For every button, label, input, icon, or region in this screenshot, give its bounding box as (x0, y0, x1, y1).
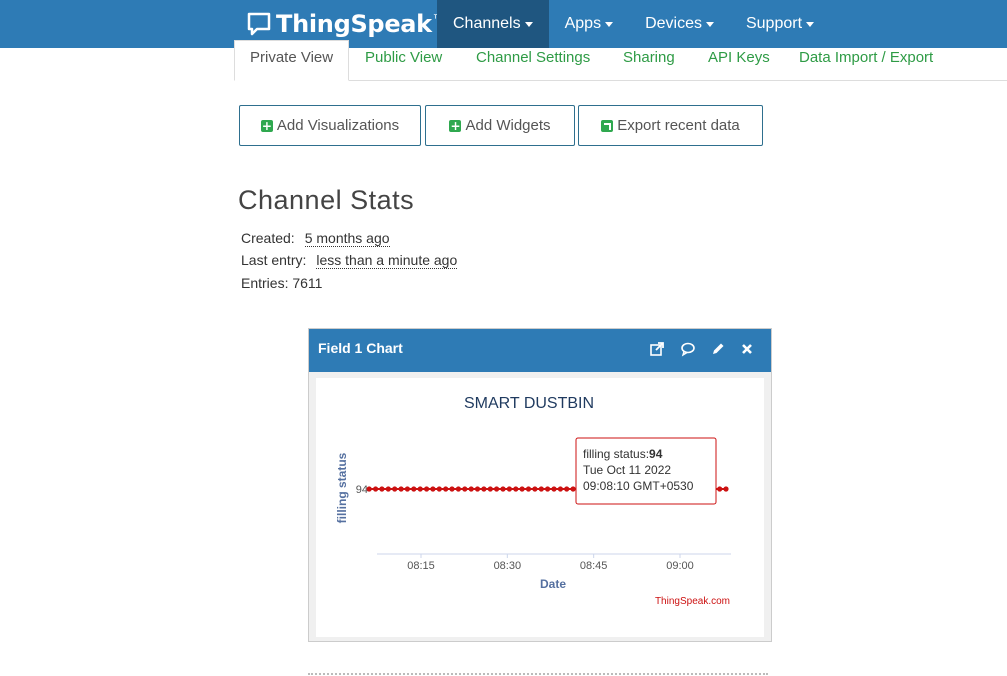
data-point[interactable] (545, 486, 551, 492)
tooltip-value: 94 (649, 447, 663, 461)
channel-stats-heading: Channel Stats (238, 185, 415, 215)
data-point[interactable] (404, 486, 410, 492)
chart-panel-title: Field 1 Chart (318, 340, 403, 356)
section-divider (308, 673, 768, 675)
data-point[interactable] (525, 486, 532, 492)
plus-square-icon: + (260, 118, 273, 133)
brand-logo-link[interactable]: ThingSpeak™ (246, 7, 444, 41)
add-widgets-button[interactable]: + Add Widgets (425, 105, 575, 146)
x-tick-label: 08:15 (407, 560, 435, 572)
export-recent-data-button[interactable]: Export recent data (578, 105, 763, 146)
add-widgets-label: Add Widgets (465, 117, 551, 134)
data-point[interactable] (449, 486, 455, 492)
field-1-chart[interactable]: SMART DUSTBIN filling status Date 08:15 0… (316, 378, 764, 637)
data-point[interactable] (468, 486, 474, 492)
created-stat: Created: 5 months ago (241, 230, 390, 247)
x-tick-label: 08:30 (494, 560, 522, 572)
data-point[interactable] (557, 486, 563, 492)
pencil-icon[interactable] (710, 341, 726, 357)
data-point[interactable] (373, 486, 379, 492)
created-label: Created: (241, 230, 295, 246)
entries-stat: Entries: 7611 (241, 275, 322, 291)
data-point[interactable] (506, 486, 512, 492)
add-visualizations-label: Add Visualizations (276, 117, 400, 134)
data-point[interactable] (430, 486, 436, 492)
data-point[interactable] (532, 486, 538, 492)
data-point[interactable] (564, 486, 570, 492)
nav-apps-label: Apps (564, 15, 602, 32)
speech-bubble-logo-icon (247, 12, 271, 36)
data-point[interactable] (424, 486, 430, 492)
entries-label: Entries: (241, 275, 289, 291)
data-point[interactable] (411, 486, 417, 492)
caret-down-icon (806, 21, 815, 27)
data-point[interactable] (538, 486, 544, 492)
caret-down-icon (605, 21, 614, 27)
y-tick-label: 94 (356, 484, 368, 496)
data-point[interactable] (494, 486, 500, 492)
tab-channel-settings[interactable]: Channel Settings (476, 48, 590, 79)
last-entry-value: less than a minute ago (316, 252, 458, 269)
data-point[interactable] (481, 486, 487, 492)
channel-tabs: Private View Public View Channel Setting… (234, 40, 1007, 81)
chart-y-axis-label: filling status (335, 452, 349, 523)
data-point[interactable] (474, 486, 481, 492)
data-point[interactable] (443, 486, 449, 492)
field-1-chart-panel: Field 1 Chart SMART DUSTBIN filling stat… (308, 328, 772, 642)
tab-sharing[interactable]: Sharing (623, 48, 675, 79)
tooltip-time: 09:08:10 GMT+0530 (583, 479, 694, 493)
plus-square-icon: + (449, 118, 462, 133)
export-recent-data-label: Export recent data (617, 117, 740, 134)
data-point[interactable] (392, 486, 398, 492)
tooltip-label: filling status: (583, 447, 649, 461)
comment-icon[interactable] (680, 341, 696, 357)
tab-public-view[interactable]: Public View (365, 48, 442, 79)
chart-title: SMART DUSTBIN (464, 395, 594, 412)
nav-devices-label: Devices (645, 15, 702, 32)
x-tick-label: 09:00 (666, 560, 694, 572)
tooltip-date: Tue Oct 11 2022 (583, 463, 671, 477)
add-visualizations-button[interactable]: + Add Visualizations (239, 105, 421, 146)
close-icon[interactable] (739, 341, 755, 357)
x-tick-label: 08:45 (580, 560, 608, 572)
tab-private-view[interactable]: Private View (234, 40, 350, 81)
chart-tooltip: filling status:94 Tue Oct 11 2022 09:08:… (575, 437, 717, 505)
chart-credit-link[interactable]: ThingSpeak.com (655, 596, 730, 607)
last-entry-label: Last entry: (241, 252, 307, 268)
entries-value: 7611 (292, 275, 323, 291)
data-point[interactable] (398, 486, 404, 492)
tooltip-series-line: filling status:94 (583, 447, 663, 461)
nav-channels-label: Channels (453, 15, 521, 32)
brand-name: ThingSpeak (276, 10, 432, 38)
created-value: 5 months ago (304, 230, 390, 247)
data-point[interactable] (379, 486, 385, 492)
data-point[interactable] (366, 486, 372, 492)
data-point[interactable] (436, 486, 442, 492)
data-point[interactable] (500, 486, 506, 492)
tab-data-import-export[interactable]: Data Import / Export (799, 48, 933, 79)
data-point[interactable] (717, 486, 723, 492)
chart-panel-header: Field 1 Chart (309, 329, 771, 372)
data-point[interactable] (513, 486, 519, 492)
chart-area: SMART DUSTBIN filling status Date 08:15 0… (316, 378, 764, 637)
external-link-icon[interactable] (649, 341, 665, 357)
tab-api-keys[interactable]: API Keys (708, 48, 770, 79)
caret-down-icon (705, 21, 714, 27)
data-point[interactable] (455, 486, 461, 492)
data-point[interactable] (519, 486, 525, 492)
export-square-icon (601, 119, 614, 132)
data-point[interactable] (570, 486, 576, 492)
data-point[interactable] (462, 486, 468, 492)
last-entry-stat: Last entry: less than a minute ago (241, 252, 458, 269)
data-point[interactable] (487, 486, 493, 492)
data-point[interactable] (551, 486, 557, 492)
data-point[interactable] (723, 486, 729, 492)
caret-down-icon (524, 21, 533, 27)
data-point[interactable] (385, 486, 391, 492)
chart-x-axis-label: Date (540, 577, 566, 591)
data-point[interactable] (417, 486, 423, 492)
nav-support-label: Support (745, 15, 803, 32)
